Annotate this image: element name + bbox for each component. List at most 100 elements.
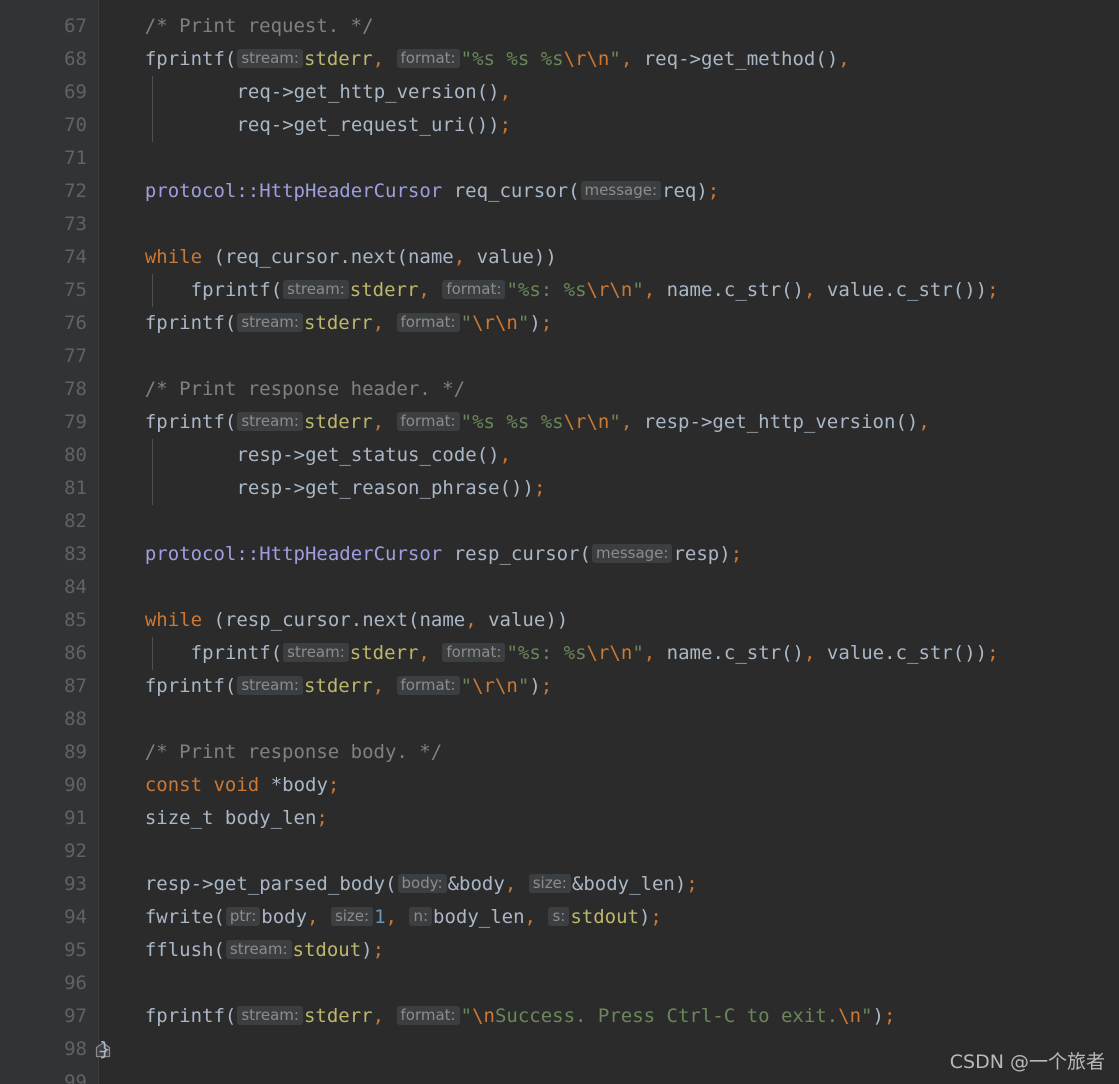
punctuation [110, 543, 121, 565]
code-line[interactable]: size_t body_len; [99, 802, 1119, 835]
punctuation [133, 312, 144, 334]
code-line[interactable]: /* Print response body. */ [99, 736, 1119, 769]
punctuation: ( [407, 609, 420, 631]
punctuation: > [282, 81, 294, 103]
code-line-text: fprintf(stream: stderr, format: "\r\n"); [99, 675, 552, 697]
line-number: 84 [64, 576, 87, 598]
punctuation [122, 906, 133, 928]
escape-sequence: \n [494, 675, 518, 697]
punctuation [655, 279, 666, 301]
code-editor[interactable]: 66 67 68 69 70 71 72 73 74 75 76 77 78 79 80 81 82 83 84 85… [0, 0, 1119, 1084]
punctuation: ) [674, 873, 687, 895]
code-line[interactable] [99, 835, 1119, 868]
inlay-parameter-hint: stream: [237, 1006, 303, 1025]
punctuation [122, 675, 133, 697]
string-literal: " [632, 279, 644, 301]
code-line[interactable] [99, 703, 1119, 736]
punctuation [191, 114, 202, 136]
code-line-text: fprintf(stream: stderr, format: "%s: %s\r\… [99, 642, 999, 664]
punctuation: > [689, 48, 701, 70]
punctuation [145, 114, 156, 136]
escape-sequence: \n [586, 48, 610, 70]
code-line[interactable]: req->get_http_version(), [99, 76, 1119, 109]
punctuation [202, 774, 213, 796]
identifier: body [282, 774, 328, 796]
punctuation [122, 312, 133, 334]
code-line[interactable]: req->get_request_uri()); [99, 109, 1119, 142]
punctuation: ) [361, 939, 373, 961]
punctuation [168, 477, 179, 499]
punctuation: ( [465, 114, 477, 136]
code-line-text: fflush(stream: stdout); [99, 939, 384, 961]
punctuation [99, 609, 110, 631]
identifier: get_request_uri [293, 114, 466, 136]
punctuation [99, 774, 110, 796]
punctuation: . [712, 279, 724, 301]
code-line[interactable] [99, 208, 1119, 241]
escape-sequence: \n [494, 312, 518, 334]
punctuation [122, 114, 133, 136]
inlay-parameter-hint: ptr: [225, 907, 261, 926]
code-line[interactable]: fprintf(stream: stderr, format: "\r\n"); [99, 670, 1119, 703]
punctuation: ; [540, 675, 553, 697]
punctuation [319, 906, 330, 928]
code-line[interactable]: resp->get_reason_phrase()); [99, 472, 1119, 505]
constant: stdout [292, 939, 362, 961]
punctuation [179, 477, 190, 499]
code-line[interactable] [99, 142, 1119, 175]
punctuation: * [270, 774, 283, 796]
punctuation: > [293, 444, 306, 466]
line-number: 93 [64, 873, 87, 895]
code-line[interactable] [99, 340, 1119, 373]
code-line[interactable]: while (req_cursor.next(name, value)) [99, 241, 1119, 274]
code-line[interactable]: protocol::HttpHeaderCursor req_cursor(me… [99, 175, 1119, 208]
code-line-text: req->get_request_uri()); [99, 114, 511, 136]
identifier: get_parsed_body [213, 873, 386, 895]
punctuation: ( [781, 279, 793, 301]
code-line[interactable] [99, 505, 1119, 538]
code-line[interactable]: const void *body; [99, 769, 1119, 802]
punctuation: ( [224, 411, 237, 433]
identifier: req [236, 81, 271, 103]
code-line[interactable]: fprintf(stream: stderr, format: "\nSuccess… [99, 1000, 1119, 1033]
code-line[interactable] [99, 967, 1119, 1000]
identifier: body [459, 873, 505, 895]
punctuation [122, 477, 133, 499]
punctuation [110, 411, 121, 433]
punctuation [202, 444, 213, 466]
code-line-text: fprintf(stream: stderr, format: "%s %s %s\… [99, 48, 850, 70]
code-line[interactable]: fflush(stream: stdout); [99, 934, 1119, 967]
identifier: fwrite [144, 906, 214, 928]
code-line[interactable]: resp->get_status_code(), [99, 439, 1119, 472]
code-line[interactable]: fprintf(stream: stderr, format: "%s %s %s\… [99, 43, 1119, 76]
code-line[interactable] [99, 0, 1119, 10]
code-content[interactable]: /* Print request. */ fprintf(stream: stde… [99, 0, 1119, 1084]
code-line[interactable] [99, 571, 1119, 604]
punctuation [655, 642, 666, 664]
punctuation [110, 906, 121, 928]
editor-gutter[interactable]: 66 67 68 69 70 71 72 73 74 75 76 77 78 79 80 81 82 83 84 85… [0, 0, 111, 1084]
punctuation [397, 906, 408, 928]
code-line[interactable]: protocol::HttpHeaderCursor resp_cursor(m… [99, 538, 1119, 571]
line-number: 99 [64, 1071, 87, 1084]
code-line[interactable]: fprintf(stream: stderr, format: "\r\n"); [99, 307, 1119, 340]
line-number: 83 [64, 543, 87, 565]
code-line[interactable]: fwrite(ptr: body, size: 1, n: body_len, s: s… [99, 901, 1119, 934]
code-line[interactable]: while (resp_cursor.next(name, value)) [99, 604, 1119, 637]
punctuation [110, 48, 121, 70]
punctuation: , [372, 312, 385, 334]
punctuation [110, 444, 121, 466]
inlay-parameter-hint: message: [592, 544, 673, 563]
code-line[interactable]: /* Print response header. */ [99, 373, 1119, 406]
inlay-parameter-hint: stream: [237, 49, 303, 68]
watermark-label: CSDN @一个旅者 [949, 1051, 1105, 1073]
punctuation: ; [499, 114, 512, 136]
code-line[interactable]: fprintf(stream: stderr, format: "%s: %s\r\… [99, 274, 1119, 307]
code-line[interactable]: resp->get_parsed_body(body: &body, size: &… [99, 868, 1119, 901]
code-line[interactable]: fprintf(stream: stderr, format: "%s: %s\r\… [99, 637, 1119, 670]
punctuation [122, 609, 133, 631]
identifier: fprintf [144, 48, 225, 70]
code-line[interactable]: /* Print request. */ [99, 10, 1119, 43]
punctuation [110, 279, 121, 301]
code-line[interactable]: fprintf(stream: stderr, format: "%s %s %s\… [99, 406, 1119, 439]
